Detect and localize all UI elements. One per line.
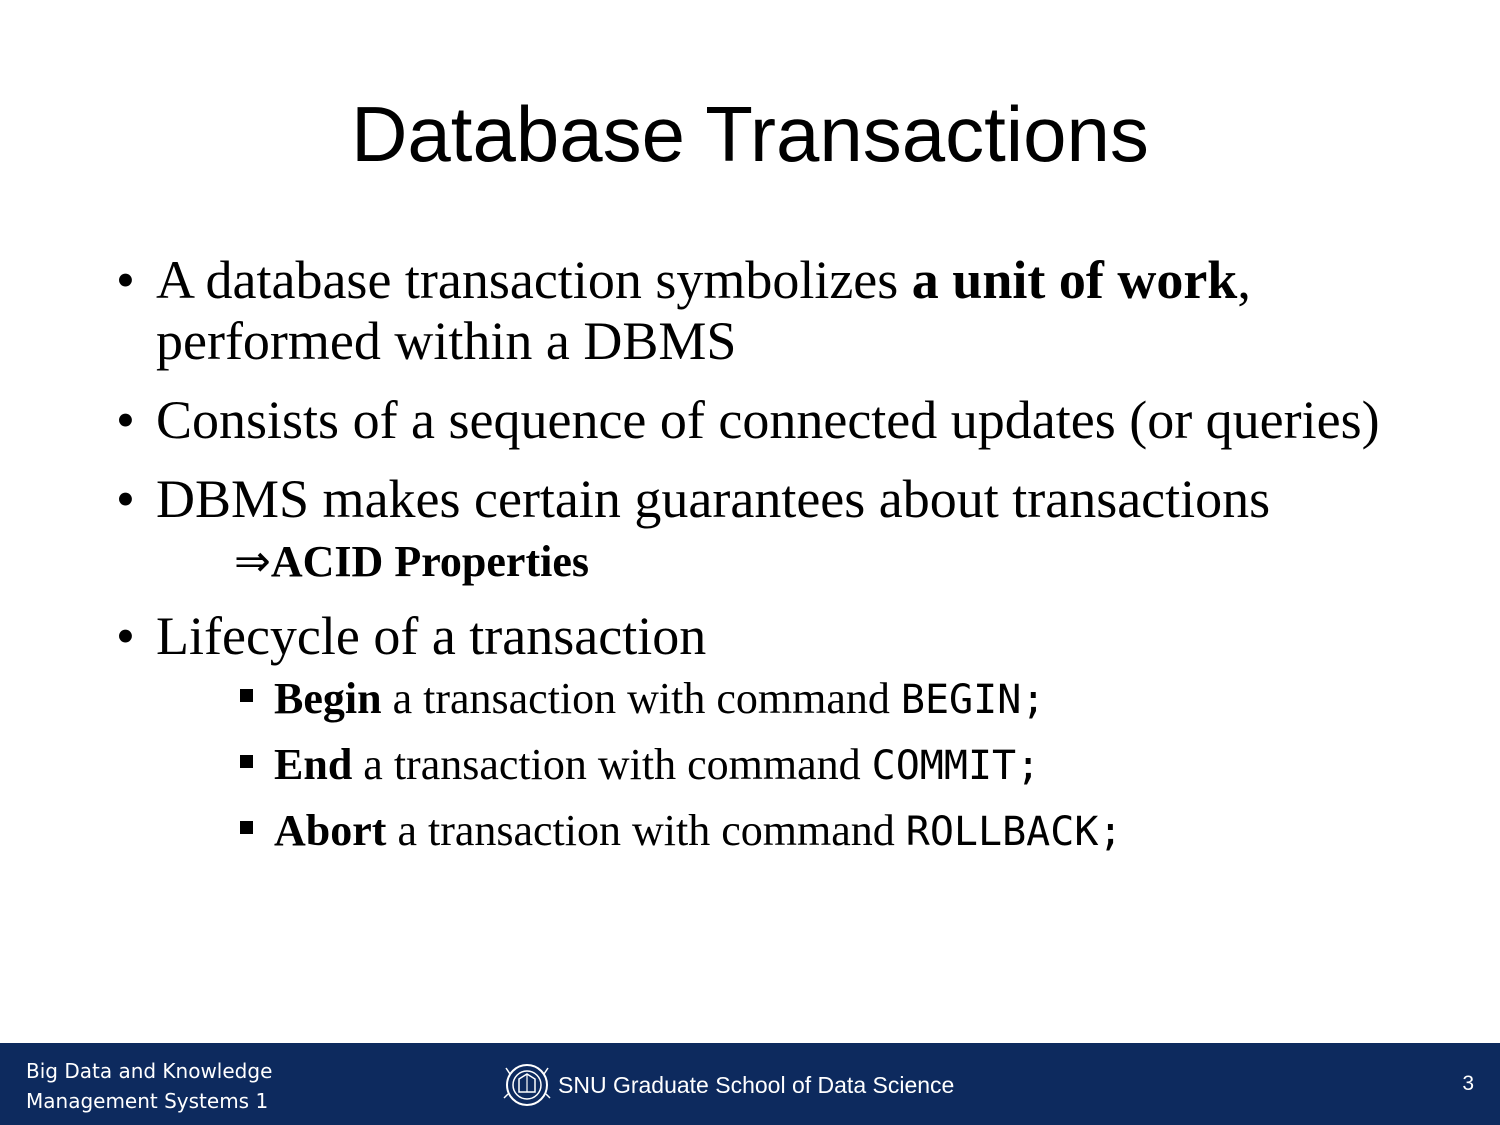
page-number: 3 — [1462, 1072, 1474, 1095]
lifecycle-command: BEGIN; — [900, 677, 1046, 723]
lifecycle-text: a transaction with command — [352, 740, 872, 789]
bullet-unit-of-work: • A database transaction symbolizes a un… — [114, 250, 1414, 372]
acid-properties-line: ⇒ACID Properties — [156, 536, 1414, 588]
course-name-line1: Big Data and Knowledge — [26, 1059, 273, 1083]
bullet-text: DBMS makes certain guarantees about tran… — [156, 469, 1271, 529]
lifecycle-list: Begin a transaction with command BEGIN; … — [156, 673, 1414, 858]
bullet-dot: • — [116, 469, 135, 529]
lifecycle-keyword: Begin — [274, 674, 382, 723]
bullet-text: A database transaction symbolizes — [156, 250, 912, 310]
lifecycle-command: COMMIT; — [871, 743, 1041, 789]
school-name: SNU Graduate School of Data Science — [558, 1072, 955, 1098]
lifecycle-keyword: Abort — [274, 806, 387, 855]
slide-footer: Big Data and Knowledge Management System… — [0, 1043, 1500, 1125]
school-branding: SNU Graduate School of Data Science — [502, 1062, 954, 1108]
square-bullet-icon — [240, 821, 253, 834]
lifecycle-text: a transaction with command — [386, 806, 906, 855]
lifecycle-keyword: End — [274, 740, 353, 789]
bullet-lifecycle: • Lifecycle of a transaction Begin a tra… — [114, 606, 1414, 858]
bullet-guarantees: • DBMS makes certain guarantees about tr… — [114, 469, 1414, 588]
bullet-dot: • — [116, 606, 135, 666]
lifecycle-text: a transaction with command — [381, 674, 901, 723]
course-name: Big Data and Knowledge Management System… — [26, 1056, 346, 1116]
bullet-dot: • — [116, 250, 135, 310]
implies-arrow-icon: ⇒ — [234, 537, 271, 586]
bullet-sequence: • Consists of a sequence of connected up… — [114, 390, 1414, 451]
square-bullet-icon — [240, 689, 253, 702]
lifecycle-item-end: End a transaction with command COMMIT; — [156, 739, 1414, 792]
course-name-line2: Management Systems 1 — [26, 1089, 269, 1113]
slide-title: Database Transactions — [351, 90, 1149, 178]
lifecycle-item-abort: Abort a transaction with command ROLLBAC… — [156, 805, 1414, 858]
lifecycle-item-begin: Begin a transaction with command BEGIN; — [156, 673, 1414, 726]
bullet-dot: • — [116, 390, 135, 450]
square-bullet-icon — [240, 755, 253, 768]
bullet-text: Consists of a sequence of connected upda… — [156, 390, 1380, 450]
slide-content: • A database transaction symbolizes a un… — [114, 250, 1414, 876]
snu-emblem-icon — [503, 1064, 551, 1106]
bullet-bold-text: a unit of work — [911, 250, 1238, 310]
lifecycle-command: ROLLBACK; — [905, 809, 1123, 855]
bullet-text: Lifecycle of a transaction — [156, 606, 707, 666]
acid-properties-label: ACID Properties — [270, 537, 589, 586]
